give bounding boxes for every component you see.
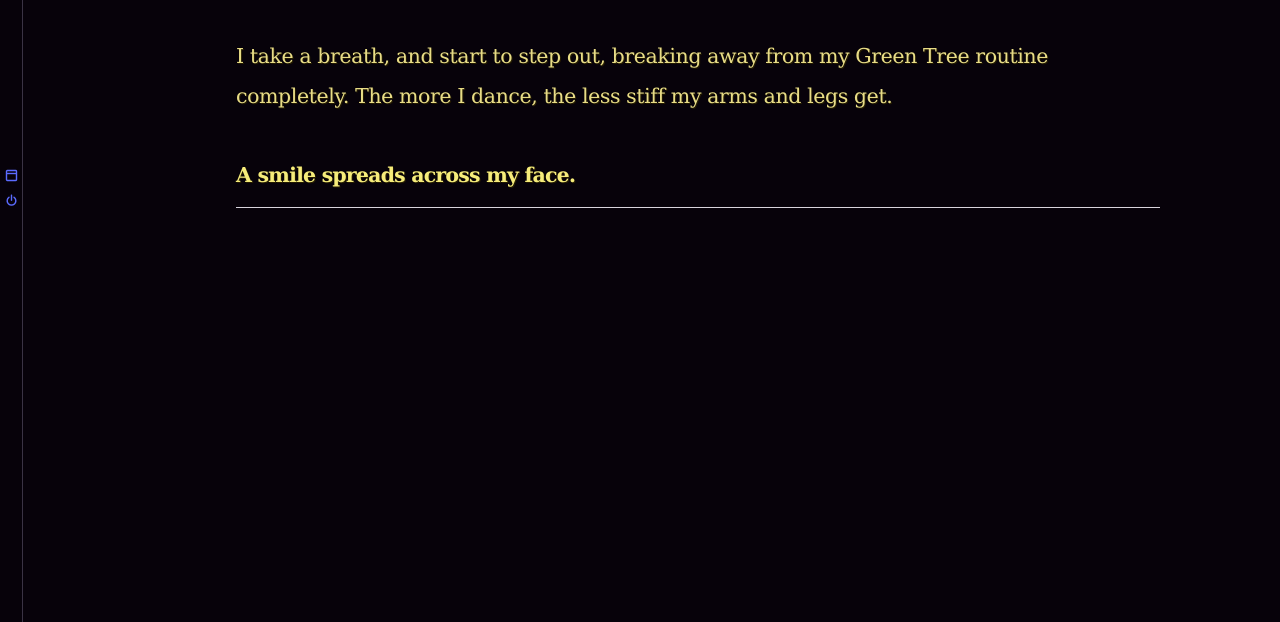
passage-emphasis: A smile spreads across my face. [236,163,576,187]
restart-icon[interactable] [5,194,18,207]
save-icon[interactable] [5,169,18,182]
passage-divider [236,207,1160,208]
passage-paragraph: I take a breath, and start to step out, … [236,44,1048,108]
story-sidebar [0,0,23,622]
story-passage: I take a breath, and start to step out, … [236,36,1160,208]
